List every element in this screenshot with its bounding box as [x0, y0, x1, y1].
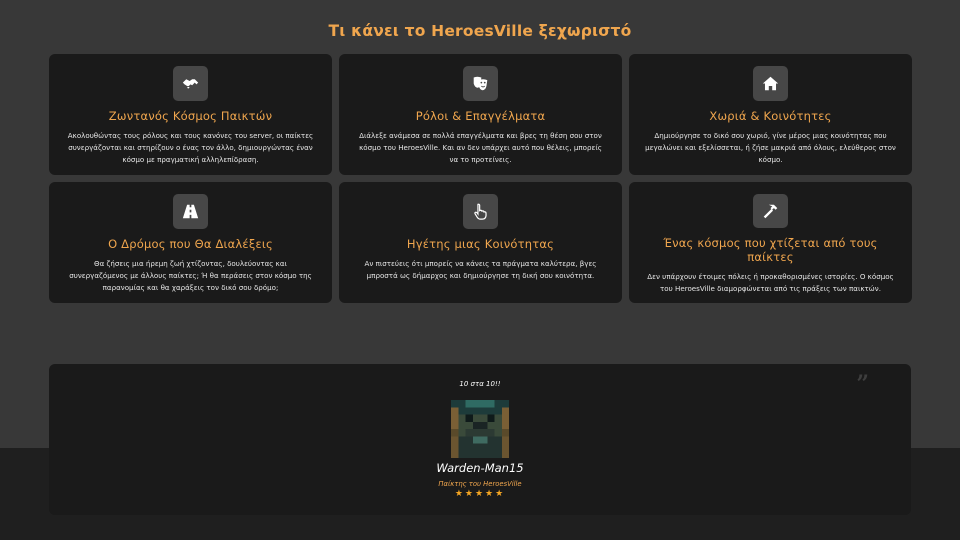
- feature-text: Ακολουθώντας τους ρόλους και τους κανόνε…: [67, 131, 314, 164]
- road-icon: [173, 194, 208, 229]
- feature-title: Ο Δρόμος που Θα Διαλέξεις: [108, 237, 273, 251]
- feature-card-player-built: Ένας κόσμος που χτίζεται από τους παίκτε…: [629, 182, 912, 303]
- section-title: Τι κάνει το HeroesVille ξεχωριστό: [328, 22, 632, 40]
- testimonial-quote: 10 στα 10!!: [459, 380, 501, 388]
- theater-masks-icon: [463, 66, 498, 101]
- features-grid: Ζωντανός Κόσμος Παικτών Ακολουθώντας του…: [49, 54, 912, 303]
- feature-card-leader: Ηγέτης μιας Κοινότητας Αν πιστεύεις ότι …: [339, 182, 622, 303]
- feature-title: Ζωντανός Κόσμος Παικτών: [108, 109, 273, 123]
- author-name: Warden-Man15: [436, 461, 524, 475]
- avatar: [451, 400, 509, 458]
- feature-text: Αν πιστεύεις ότι μπορείς να κάνεις τα πρ…: [364, 259, 597, 280]
- feature-card-path: Ο Δρόμος που Θα Διαλέξεις Θα ζήσεις μια …: [49, 182, 332, 303]
- testimonial-card: ” 10 στα 10!! Warden-Man15 Παίκτης του H…: [49, 364, 911, 515]
- feature-title: Ρόλοι & Επαγγέλματα: [415, 109, 546, 123]
- feature-card-roles: Ρόλοι & Επαγγέλματα Διάλεξε ανάμεσα σε π…: [339, 54, 622, 175]
- pointer-hand-icon: [463, 194, 498, 229]
- feature-card-living-world: Ζωντανός Κόσμος Παικτών Ακολουθώντας του…: [49, 54, 332, 175]
- star-rating: ★★★★★: [454, 489, 506, 499]
- feature-text: Δεν υπάρχουν έτοιμες πόλεις ή προκαθορισ…: [647, 272, 894, 293]
- home-icon: [753, 66, 788, 101]
- feature-card-villages: Χωριά & Κοινότητες Δημιούργησε το δικό σ…: [629, 54, 912, 175]
- feature-text: Θα ζήσεις μια ήρεμη ζωή χτίζοντας, δουλε…: [69, 259, 312, 292]
- feature-text: Διάλεξε ανάμεσα σε πολλά επαγγέλματα και…: [359, 131, 602, 164]
- feature-text: Δημιούργησε το δικό σου χωριό, γίνε μέρο…: [645, 131, 896, 164]
- feature-title: Ηγέτης μιας Κοινότητας: [406, 237, 555, 251]
- feature-title: Χωριά & Κοινότητες: [709, 109, 832, 123]
- author-role: Παίκτης του HeroesVille: [438, 480, 522, 488]
- feature-title: Ένας κόσμος που χτίζεται από τους παίκτε…: [663, 236, 878, 264]
- handshake-icon: [173, 66, 208, 101]
- hammer-icon: [753, 194, 788, 228]
